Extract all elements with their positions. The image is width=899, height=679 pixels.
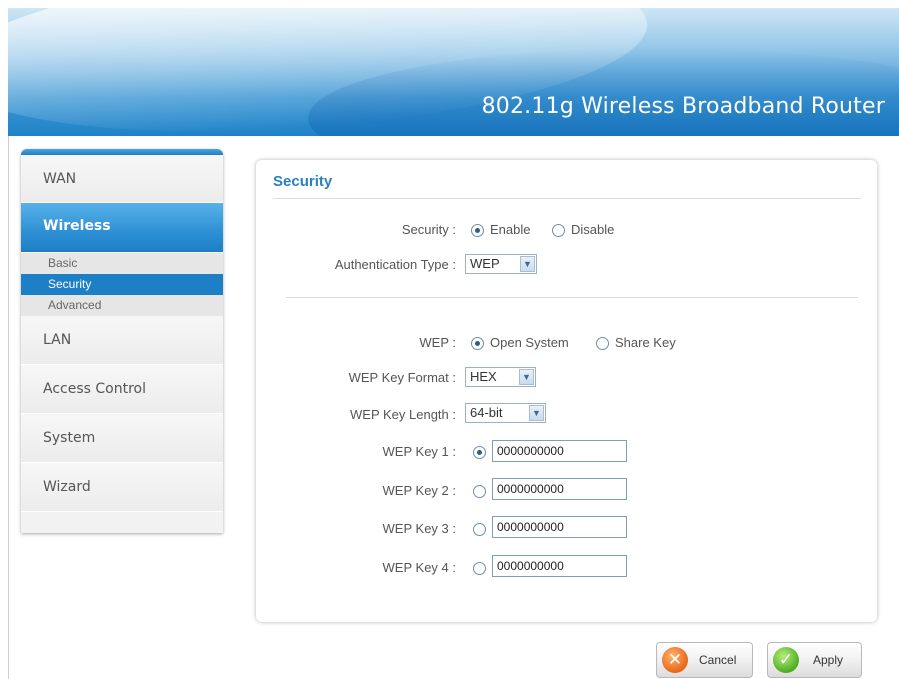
security-enable-label[interactable]: Enable: [490, 222, 530, 237]
sidebar-item-system[interactable]: System: [21, 414, 223, 463]
auth-type-select[interactable]: WEP ▼: [465, 254, 537, 274]
chevron-down-icon: ▼: [529, 405, 544, 421]
wep-share-key-label[interactable]: Share Key: [615, 335, 676, 350]
chevron-down-icon: ▼: [519, 369, 534, 385]
chevron-down-icon: ▼: [520, 256, 535, 272]
product-title: 802.11g Wireless Broadband Router: [481, 94, 885, 119]
header-banner: 802.11g Wireless Broadband Router: [8, 8, 899, 136]
sidebar-item-lan[interactable]: LAN: [21, 316, 223, 365]
security-disable-radio[interactable]: [552, 224, 565, 237]
security-enable-radio[interactable]: [471, 224, 484, 237]
sidebar-item-wireless[interactable]: Wireless: [21, 203, 223, 253]
wep-share-key-radio[interactable]: [596, 337, 609, 350]
wep-key-3-input[interactable]: 0000000000: [492, 516, 627, 538]
security-disable-label[interactable]: Disable: [571, 222, 614, 237]
panel-title: Security: [273, 173, 333, 190]
auth-type-label: Authentication Type :: [334, 257, 456, 272]
apply-button[interactable]: ✓ Apply: [767, 642, 862, 678]
sidebar-subitem-security[interactable]: Security: [21, 274, 223, 295]
sidebar: WAN Wireless Basic Security Advanced LAN…: [21, 149, 223, 533]
section-divider: [286, 297, 858, 298]
wep-key-4-input[interactable]: 0000000000: [492, 555, 627, 577]
wep-key-2-radio[interactable]: [473, 485, 486, 498]
sidebar-subitem-advanced[interactable]: Advanced: [21, 295, 223, 316]
sidebar-item-access-control[interactable]: Access Control: [21, 365, 223, 414]
apply-button-label: Apply: [813, 653, 844, 667]
auth-type-value: WEP: [470, 256, 500, 271]
security-label: Security :: [401, 222, 456, 237]
key-length-label: WEP Key Length :: [350, 407, 456, 422]
wep-key-2-label: WEP Key 2 :: [382, 483, 456, 498]
wep-open-system-radio[interactable]: [471, 337, 484, 350]
wep-key-3-label: WEP Key 3 :: [382, 521, 456, 536]
wep-mode-label: WEP :: [419, 335, 456, 350]
wep-key-1-label: WEP Key 1 :: [382, 444, 456, 459]
key-format-value: HEX: [470, 369, 497, 384]
sidebar-item-wan[interactable]: WAN: [21, 155, 223, 203]
wep-key-4-radio[interactable]: [473, 562, 486, 575]
wep-key-3-radio[interactable]: [473, 523, 486, 536]
wep-key-1-radio[interactable]: [473, 446, 486, 459]
cancel-button[interactable]: ✕ Cancel: [656, 642, 753, 678]
close-icon: ✕: [662, 647, 688, 673]
sidebar-subitem-basic[interactable]: Basic: [21, 253, 223, 274]
wep-key-2-input[interactable]: 0000000000: [492, 478, 627, 500]
title-divider: [273, 198, 861, 199]
key-format-label: WEP Key Format :: [348, 370, 456, 385]
key-length-select[interactable]: 64-bit ▼: [465, 403, 546, 423]
sidebar-item-wizard[interactable]: Wizard: [21, 463, 223, 512]
key-length-value: 64-bit: [470, 405, 503, 420]
security-panel: Security Security : Enable Disable Authe…: [256, 160, 877, 622]
wep-key-1-input[interactable]: 0000000000: [492, 440, 627, 462]
wep-open-system-label[interactable]: Open System: [490, 335, 569, 350]
wep-key-4-label: WEP Key 4 :: [382, 560, 456, 575]
key-format-select[interactable]: HEX ▼: [465, 367, 536, 387]
page-left-border: [8, 136, 9, 679]
cancel-button-label: Cancel: [699, 653, 737, 667]
checkmark-icon: ✓: [773, 647, 799, 673]
